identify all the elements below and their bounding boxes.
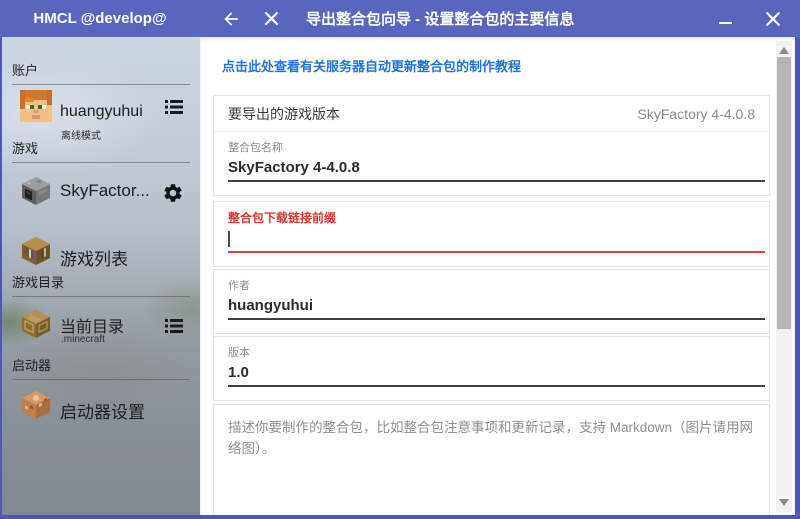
scroll-down-arrow-icon[interactable] bbox=[779, 499, 789, 506]
player-avatar bbox=[20, 90, 52, 122]
sidebar-item-current-dir[interactable]: 当前目录 .minecraft bbox=[2, 305, 200, 349]
page-header: 导出整合包向导 - 设置整合包的主要信息 bbox=[200, 0, 800, 37]
minimize-icon bbox=[719, 22, 732, 24]
wizard-content: 点击此处查看有关服务器自动更新整合包的制作教程 要导出的游戏版本 SkyFact… bbox=[200, 37, 775, 515]
export-version-row: 要导出的游戏版本 SkyFactory 4-4.0.8 bbox=[214, 96, 769, 132]
sidebar-item-selected-version[interactable]: SkyFactor... bbox=[2, 171, 200, 215]
modpack-name-input[interactable]: SkyFactory 4-4.0.8 bbox=[228, 158, 755, 178]
scroll-up-arrow-icon[interactable] bbox=[779, 47, 789, 54]
version-card: 版本 1.0 bbox=[213, 336, 770, 401]
game-list-label: 游戏列表 bbox=[60, 245, 128, 270]
sidebar-item-launcher-settings[interactable]: 启动器设置 bbox=[2, 387, 200, 431]
section-label-account: 账户 bbox=[12, 60, 190, 85]
list-menu-icon[interactable] bbox=[162, 314, 186, 338]
x-icon bbox=[264, 11, 279, 26]
selected-version-name: SkyFactor... bbox=[60, 181, 150, 201]
main-panel: 点击此处查看有关服务器自动更新整合包的制作教程 要导出的游戏版本 SkyFact… bbox=[200, 37, 795, 515]
launcher-settings-label: 启动器设置 bbox=[60, 398, 145, 423]
hmcl-window: HMCL @develop@ 导出整合包向导 - 设置整合包的主要信息 账户 bbox=[0, 0, 800, 519]
modpack-name-label: 整合包名称 bbox=[228, 139, 755, 155]
modpack-name-field[interactable]: 整合包名称 SkyFactory 4-4.0.8 bbox=[214, 132, 769, 195]
author-card: 作者 huangyuhui bbox=[213, 269, 770, 334]
modpack-version-input[interactable]: 1.0 bbox=[228, 363, 755, 383]
titlebar: HMCL @develop@ 导出整合包向导 - 设置整合包的主要信息 bbox=[0, 0, 800, 37]
tutorial-link[interactable]: 点击此处查看有关服务器自动更新整合包的制作教程 bbox=[222, 56, 521, 75]
field-underline bbox=[228, 318, 765, 320]
sidebar: 账户 huangyuhui 离线模式 游戏 bbox=[2, 37, 200, 515]
list-menu-icon[interactable] bbox=[162, 95, 186, 119]
field-underline bbox=[228, 385, 765, 387]
bookshelf-block-icon bbox=[20, 235, 52, 267]
vertical-scrollbar[interactable] bbox=[776, 41, 792, 512]
section-label-launcher: 启动器 bbox=[12, 355, 190, 380]
minimize-button[interactable] bbox=[714, 8, 736, 30]
download-prefix-field[interactable]: 整合包下载链接前缀 bbox=[214, 202, 769, 266]
back-button[interactable] bbox=[220, 8, 242, 30]
text-caret bbox=[228, 231, 230, 247]
download-prefix-label: 整合包下载链接前缀 bbox=[228, 209, 755, 226]
author-label: 作者 bbox=[228, 277, 755, 293]
close-wizard-button[interactable] bbox=[260, 8, 282, 30]
scrollbar-thumb[interactable] bbox=[777, 57, 791, 329]
close-window-button[interactable] bbox=[762, 8, 784, 30]
app-title: HMCL @develop@ bbox=[0, 0, 200, 37]
sidebar-item-account[interactable]: huangyuhui 离线模式 bbox=[2, 87, 200, 131]
description-textarea[interactable]: 描述你要制作的整合包，比如整合包注意事项和更新记录，支持 Markdown（图片… bbox=[213, 404, 770, 515]
page-title: 导出整合包向导 - 设置整合包的主要信息 bbox=[306, 8, 574, 29]
section-label-game-dir: 游戏目录 bbox=[12, 272, 190, 297]
section-label-game: 游戏 bbox=[12, 138, 190, 163]
x-icon bbox=[765, 11, 781, 27]
download-prefix-card: 整合包下载链接前缀 bbox=[213, 201, 770, 267]
arrow-left-icon bbox=[221, 9, 241, 29]
modpack-version-label: 版本 bbox=[228, 344, 755, 360]
modpack-version-field[interactable]: 版本 1.0 bbox=[214, 337, 769, 400]
export-version-value: SkyFactory 4-4.0.8 bbox=[638, 106, 756, 122]
export-version-label: 要导出的游戏版本 bbox=[228, 104, 340, 124]
modpack-info-card: 要导出的游戏版本 SkyFactory 4-4.0.8 整合包名称 SkyFac… bbox=[213, 95, 770, 196]
field-underline-error bbox=[228, 251, 765, 253]
account-name: huangyuhui bbox=[60, 103, 143, 121]
field-underline bbox=[228, 180, 765, 182]
gear-icon[interactable] bbox=[162, 182, 184, 204]
sidebar-item-game-list[interactable]: 游戏列表 bbox=[2, 233, 200, 277]
current-dir-path: .minecraft bbox=[61, 334, 105, 345]
crafting-table-block-icon bbox=[20, 308, 52, 340]
author-input[interactable]: huangyuhui bbox=[228, 296, 755, 316]
author-field[interactable]: 作者 huangyuhui bbox=[214, 270, 769, 333]
command-block-icon bbox=[20, 389, 52, 421]
furnace-block-icon bbox=[20, 175, 52, 207]
download-prefix-input[interactable] bbox=[228, 229, 755, 249]
